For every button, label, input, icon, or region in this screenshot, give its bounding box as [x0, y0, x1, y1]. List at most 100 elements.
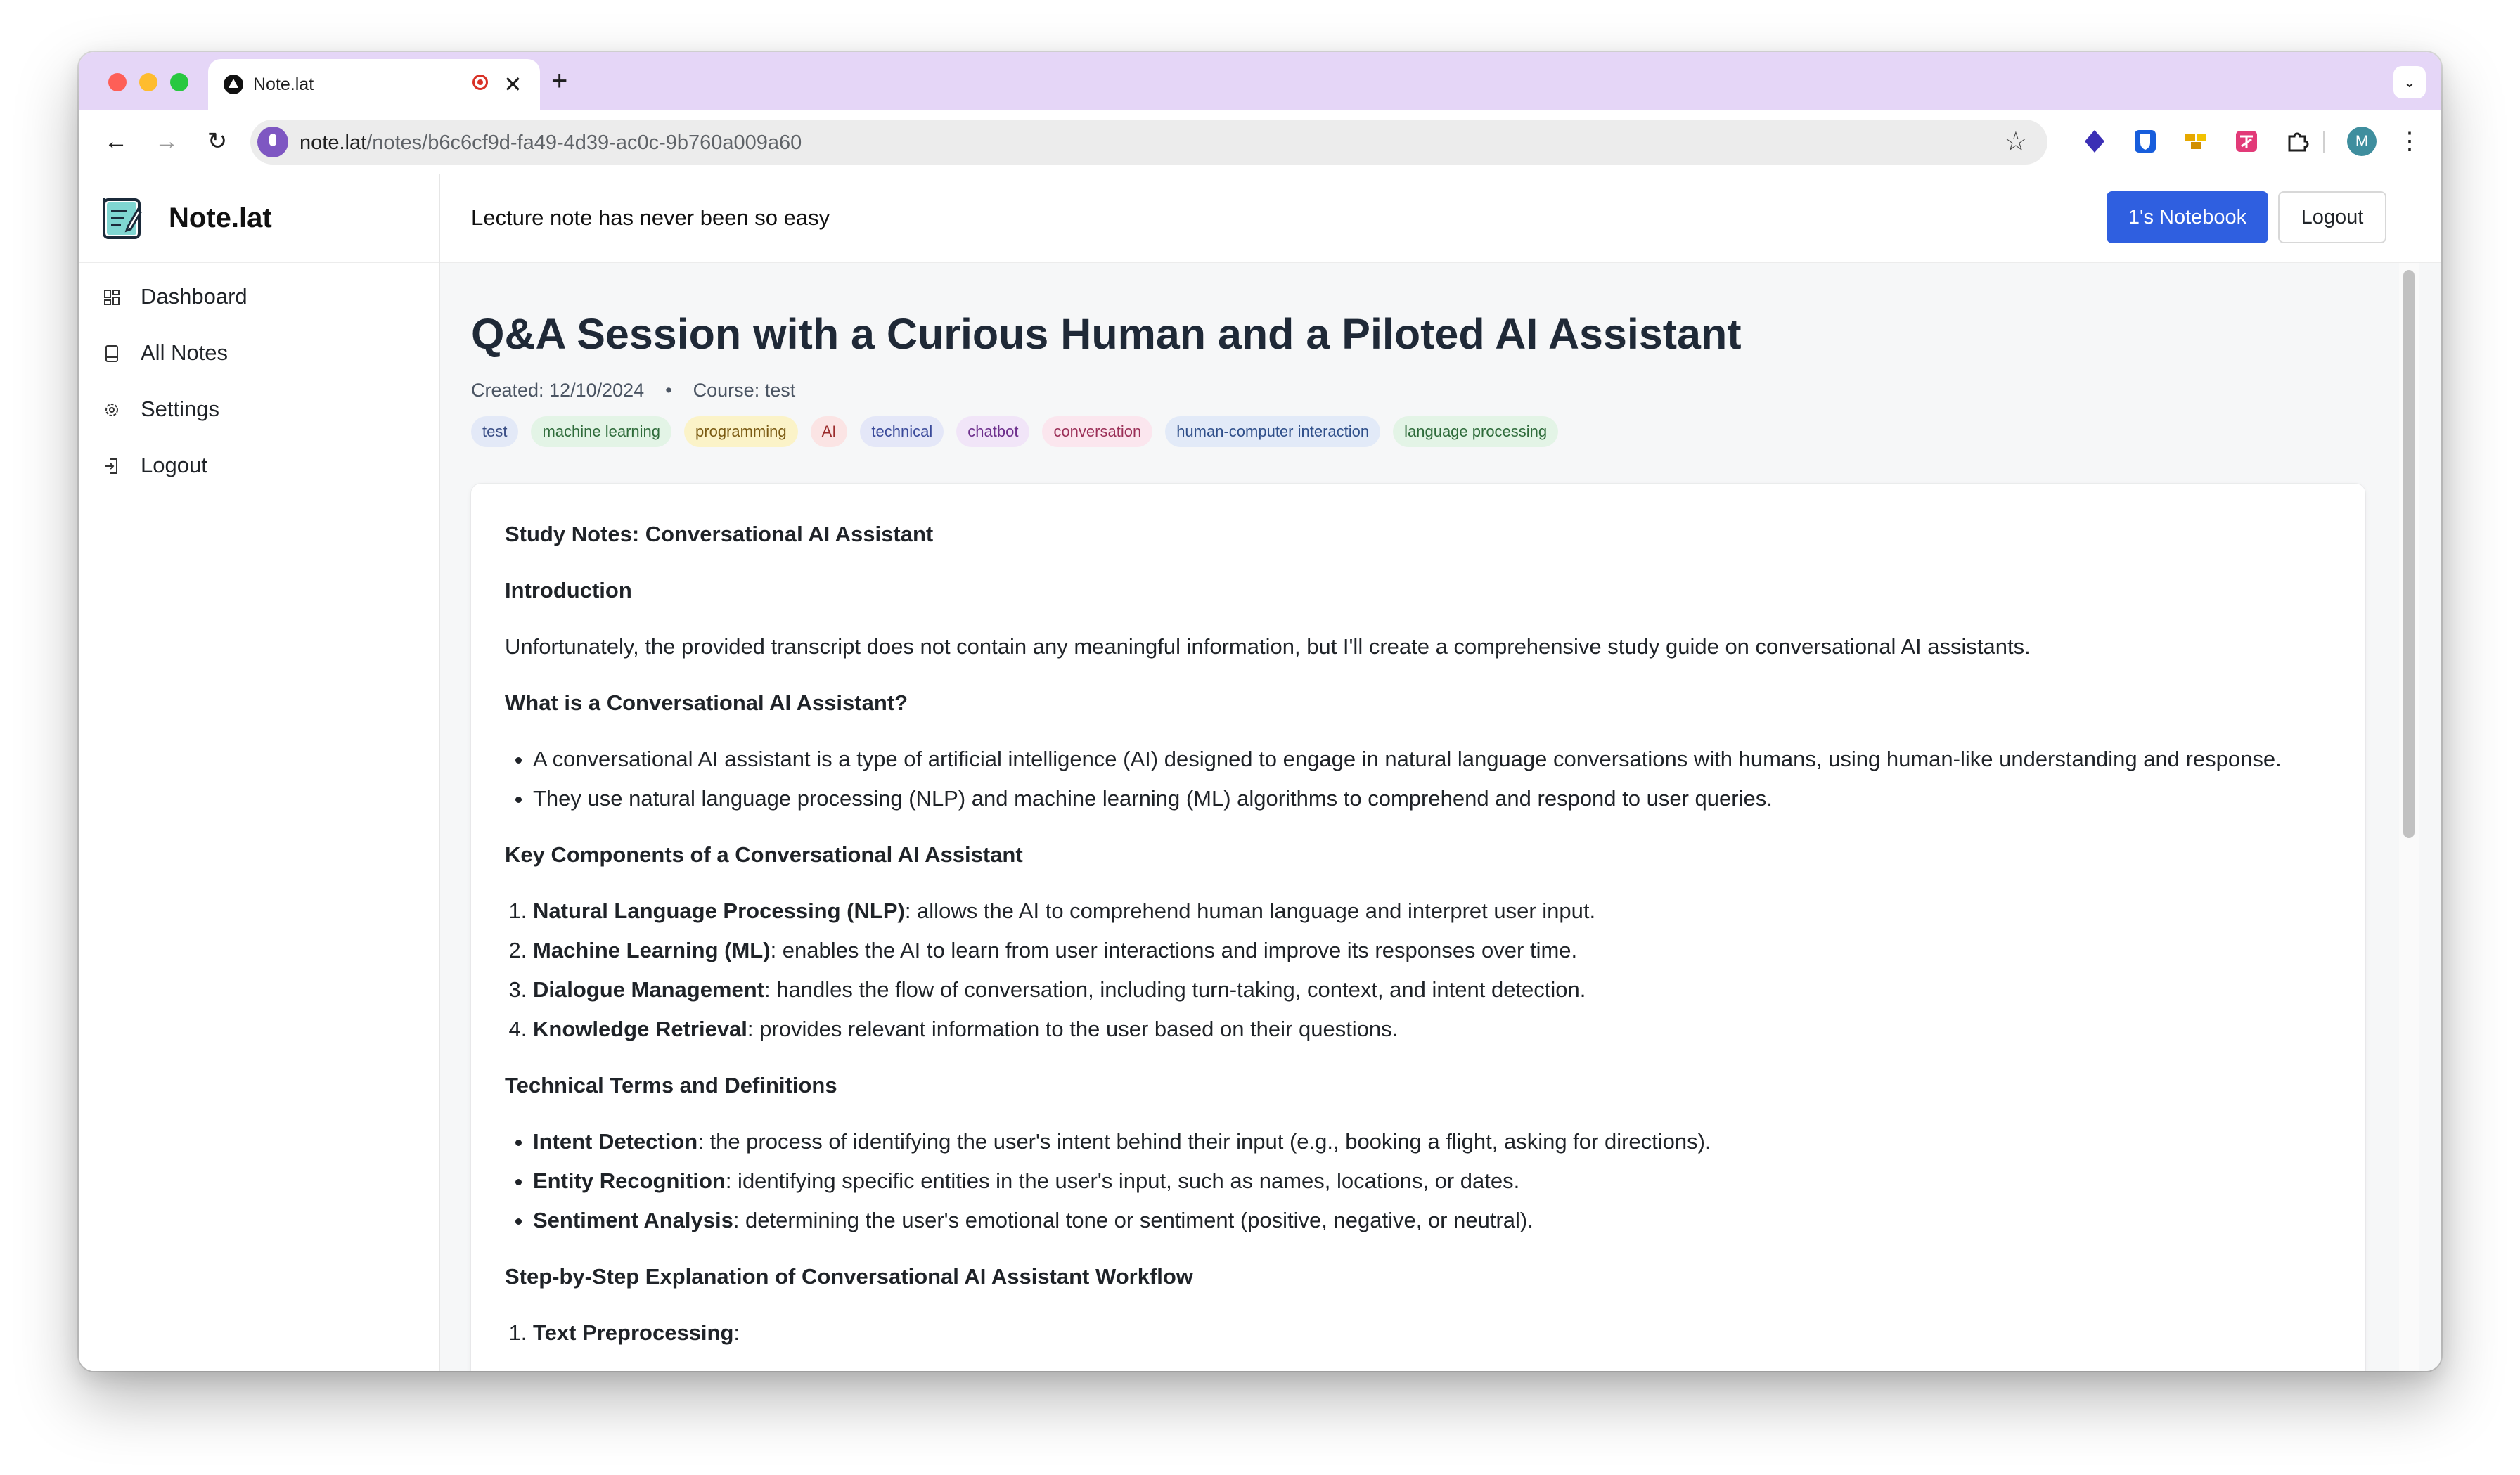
minimize-window-button[interactable] [139, 73, 158, 91]
term: Entity Recognition [533, 1168, 726, 1193]
note-view: Q&A Session with a Curious Human and a P… [440, 263, 2441, 1371]
sidebar-item-label: Dashboard [141, 284, 248, 309]
browser-tab[interactable]: Note.lat ✕ [208, 59, 540, 110]
back-icon[interactable]: ← [100, 125, 132, 157]
browser-window: Note.lat ✕ + ⌄ ← → ↻ note.lat/notes/b6c6… [79, 52, 2441, 1371]
profile-avatar[interactable]: M [2347, 127, 2377, 156]
microphone-icon[interactable] [257, 127, 288, 157]
notebook-logo-icon [103, 198, 142, 239]
recording-icon[interactable] [472, 75, 488, 90]
note-meta: Created: 12/10/2024 • Course: test [471, 380, 795, 401]
definition: : enables the AI to learn from user inte… [770, 938, 1578, 962]
introduction-heading: Introduction [505, 578, 632, 603]
url-text[interactable]: note.lat/notes/b6c6cf9d-fa49-4d39-ac0c-9… [300, 131, 802, 155]
list-item: Text Preprocessing: [533, 1316, 2319, 1349]
sidebar: Note.lat Dashboard All Notes Settings Lo… [79, 174, 440, 1371]
definition: : allows the AI to comprehend human lang… [904, 898, 1596, 923]
app-header: Lecture note has never been so easy 1's … [440, 174, 2441, 263]
tag[interactable]: language processing [1393, 416, 1559, 447]
sidebar-item-label: All Notes [141, 340, 229, 365]
forward-icon[interactable]: → [150, 125, 183, 157]
list-item: Dialogue Management: handles the flow of… [533, 973, 2319, 1006]
extension-cube-icon[interactable] [2080, 127, 2109, 156]
notebook-button[interactable]: 1's Notebook [2107, 191, 2268, 243]
term: Sentiment Analysis [533, 1208, 733, 1232]
tab-search-chevron-icon[interactable]: ⌄ [2393, 66, 2426, 98]
tab-strip: Note.lat ✕ + ⌄ [79, 52, 2441, 110]
tag[interactable]: programming [684, 416, 798, 447]
note-title: Q&A Session with a Curious Human and a P… [471, 310, 1742, 358]
browser-toolbar: ← → ↻ note.lat/notes/b6c6cf9d-fa49-4d39-… [79, 110, 2441, 176]
sidebar-item-all-notes[interactable]: All Notes [79, 325, 439, 381]
tag[interactable]: test [471, 416, 519, 447]
sidebar-nav: Dashboard All Notes Settings Logout [79, 269, 439, 494]
logout-icon [105, 458, 117, 474]
tagline: Lecture note has never been so easy [471, 205, 830, 230]
tag-list: test machine learning programming AI tec… [471, 416, 1559, 447]
components-heading: Key Components of a Conversational AI As… [505, 842, 1023, 867]
terms-list: Intent Detection: the process of identif… [505, 1125, 2319, 1237]
study-notes-heading: Study Notes: Conversational AI Assistant [505, 522, 934, 546]
list-item: Natural Language Processing (NLP): allow… [533, 894, 2319, 927]
browser-menu-icon[interactable]: ⋮ [2398, 125, 2422, 157]
list-item: Entity Recognition: identifying specific… [533, 1164, 2319, 1197]
list-item: Intent Detection: the process of identif… [533, 1125, 2319, 1158]
logout-button[interactable]: Logout [2278, 191, 2386, 243]
bookmark-star-icon[interactable]: ☆ [2004, 125, 2028, 159]
bitwarden-icon[interactable] [2130, 127, 2160, 156]
term: Intent Detection [533, 1129, 698, 1154]
brand[interactable]: Note.lat [79, 174, 439, 263]
list-item: A conversational AI assistant is a type … [533, 742, 2319, 775]
definition: : determining the user's emotional tone … [733, 1208, 1534, 1232]
new-tab-button[interactable]: + [551, 62, 567, 100]
maximize-window-button[interactable] [170, 73, 188, 91]
close-tab-icon[interactable]: ✕ [503, 69, 522, 100]
definition: : identifying specific entities in the u… [725, 1168, 1520, 1193]
what-is-heading: What is a Conversational AI Assistant? [505, 690, 908, 715]
book-icon [105, 345, 118, 362]
introduction-text: Unfortunately, the provided transcript d… [505, 634, 2031, 659]
definition: : [733, 1320, 740, 1345]
url-path: /notes/b6c6cf9d-fa49-4d39-ac0c-9b760a009… [366, 131, 802, 154]
tag[interactable]: AI [810, 416, 848, 447]
list-item: They use natural language processing (NL… [533, 782, 2319, 815]
definition: : handles the flow of conversation, incl… [764, 977, 1586, 1002]
sidebar-item-dashboard[interactable]: Dashboard [79, 269, 439, 325]
extension-honey-icon[interactable] [2181, 127, 2211, 156]
app-root: Note.lat Dashboard All Notes Settings Lo… [79, 174, 2441, 1371]
workflow-heading: Step-by-Step Explanation of Conversation… [505, 1264, 1193, 1289]
created-date: Created: 12/10/2024 [471, 380, 645, 401]
tag[interactable]: machine learning [531, 416, 672, 447]
sidebar-item-settings[interactable]: Settings [79, 381, 439, 437]
term: Natural Language Processing (NLP) [533, 898, 905, 923]
dashboard-icon [104, 290, 120, 305]
window-controls [108, 73, 188, 91]
extensions-puzzle-icon[interactable] [2282, 127, 2312, 156]
tag[interactable]: human-computer interaction [1165, 416, 1381, 447]
extension-translate-icon[interactable] [2232, 127, 2261, 156]
tag[interactable]: technical [860, 416, 944, 447]
what-is-list: A conversational AI assistant is a type … [505, 742, 2319, 815]
components-list: Natural Language Processing (NLP): allow… [505, 894, 2319, 1045]
list-item: Machine Learning (ML): enables the AI to… [533, 934, 2319, 967]
note-body: Study Notes: Conversational AI Assistant… [505, 517, 2319, 1371]
meta-separator: • [665, 380, 672, 401]
term: Dialogue Management [533, 977, 764, 1002]
sidebar-item-logout[interactable]: Logout [79, 437, 439, 494]
term: Knowledge Retrieval [533, 1017, 747, 1041]
note-content-card: Study Notes: Conversational AI Assistant… [471, 484, 2365, 1371]
list-item: Knowledge Retrieval: provides relevant i… [533, 1012, 2319, 1045]
address-bar[interactable]: note.lat/notes/b6c6cf9d-fa49-4d39-ac0c-9… [250, 120, 2048, 165]
favicon-icon [224, 75, 243, 94]
tag[interactable]: conversation [1042, 416, 1153, 447]
term: Machine Learning (ML) [533, 938, 771, 962]
sidebar-item-label: Logout [141, 453, 207, 477]
reload-icon[interactable]: ↻ [201, 125, 233, 157]
scrollbar-thumb[interactable] [2403, 270, 2415, 838]
close-window-button[interactable] [108, 73, 127, 91]
tag[interactable]: chatbot [956, 416, 1030, 447]
tab-title: Note.lat [253, 75, 314, 94]
term: Text Preprocessing [533, 1320, 734, 1345]
url-host: note.lat [300, 131, 367, 154]
toolbar-divider [2323, 131, 2325, 153]
